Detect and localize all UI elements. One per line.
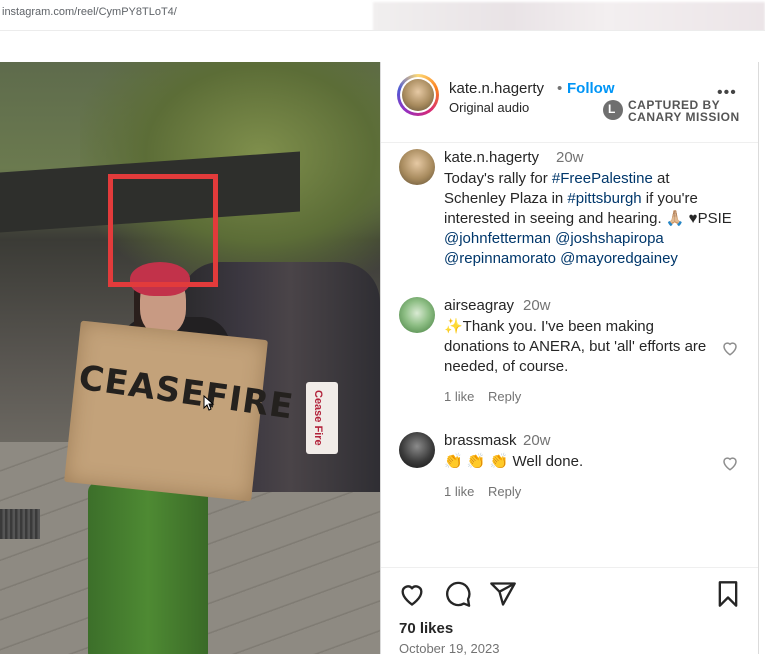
- page-spacer: [0, 30, 765, 63]
- caption-time[interactable]: 20w: [556, 149, 584, 166]
- share-icon[interactable]: [489, 580, 517, 608]
- caption-text: Today's rally for #FreePalestine at Sche…: [444, 170, 732, 267]
- caption: kate.n.hagerty 20w Today's rally for #Fr…: [381, 149, 758, 269]
- hashtag-freepalestine[interactable]: #FreePalestine: [552, 170, 653, 187]
- comment-username[interactable]: airseagray: [444, 297, 514, 314]
- video-grate: [0, 509, 40, 539]
- reel-video[interactable]: Cease Fire CEASEFIRE: [0, 62, 380, 654]
- video-person-pants: [88, 482, 208, 654]
- comment-avatar[interactable]: [399, 432, 435, 468]
- heart-icon[interactable]: [721, 454, 739, 472]
- author-avatar[interactable]: [397, 74, 439, 116]
- post-header: kate.n.hagerty • Follow Original audio •…: [381, 62, 758, 143]
- comment-text: ✨Thank you. I've been making donations t…: [444, 318, 707, 375]
- comment-icon[interactable]: [444, 580, 472, 608]
- post-panel: kate.n.hagerty • Follow Original audio •…: [380, 62, 759, 656]
- likes-count[interactable]: 70 likes: [399, 620, 453, 637]
- bookmark-icon[interactable]: [714, 580, 742, 608]
- author-avatar-image: [402, 79, 434, 111]
- mention-joshshapiropa[interactable]: @joshshapiropa: [555, 230, 664, 247]
- reply-button[interactable]: Reply: [488, 389, 521, 404]
- comment-time[interactable]: 20w: [523, 432, 551, 449]
- mention-repinnamorato[interactable]: @repinnamorato: [444, 250, 556, 267]
- cursor-icon: [203, 395, 215, 411]
- comment-meta: 1 like Reply: [444, 389, 531, 404]
- canary-mission-watermark: L CAPTURED BY CANARY MISSION: [603, 98, 751, 124]
- small-sign-text: Cease Fire: [312, 390, 324, 446]
- comment-time[interactable]: 20w: [523, 297, 551, 314]
- video-small-sign: Cease Fire: [306, 382, 338, 454]
- author-username[interactable]: kate.n.hagerty: [449, 80, 544, 97]
- url-text[interactable]: instagram.com/reel/CymPY8TLoT4/: [2, 6, 177, 18]
- comment-username[interactable]: brassmask: [444, 432, 517, 449]
- comment-text: 👏 👏 👏 Well done.: [444, 453, 584, 470]
- comment-item: brassmask 20w 👏 👏 👏 Well done. 1 like Re…: [381, 432, 758, 512]
- heart-icon[interactable]: [721, 339, 739, 357]
- caption-username[interactable]: kate.n.hagerty: [444, 149, 539, 166]
- mention-johnfetterman[interactable]: @johnfetterman: [444, 230, 551, 247]
- watermark-line-2: CANARY MISSION: [628, 110, 740, 124]
- heart-icon[interactable]: [398, 580, 426, 608]
- header-separator: •: [557, 80, 563, 97]
- mention-mayoredgainey[interactable]: @mayoredgainey: [560, 250, 678, 267]
- hashtag-pittsburgh[interactable]: #pittsburgh: [567, 190, 641, 207]
- comment-likes[interactable]: 1 like: [444, 484, 474, 499]
- caption-avatar[interactable]: [399, 149, 435, 185]
- comment-item: airseagray 20w ✨Thank you. I've been mak…: [381, 297, 758, 407]
- video-ceasefire-sign: CEASEFIRE: [64, 320, 297, 502]
- reply-button[interactable]: Reply: [488, 484, 521, 499]
- comment-avatar[interactable]: [399, 297, 435, 333]
- follow-button[interactable]: Follow: [567, 80, 615, 97]
- browser-url-bar[interactable]: instagram.com/reel/CymPY8TLoT4/: [0, 0, 765, 38]
- sign-text: CEASEFIRE: [76, 357, 297, 428]
- comment-meta: 1 like Reply: [444, 484, 531, 499]
- audio-label[interactable]: Original audio: [449, 100, 529, 115]
- post-actions: 70 likes October 19, 2023: [381, 567, 758, 656]
- comment-likes[interactable]: 1 like: [444, 389, 474, 404]
- canary-logo-icon: L: [603, 100, 623, 120]
- face-highlight-box: [108, 174, 218, 287]
